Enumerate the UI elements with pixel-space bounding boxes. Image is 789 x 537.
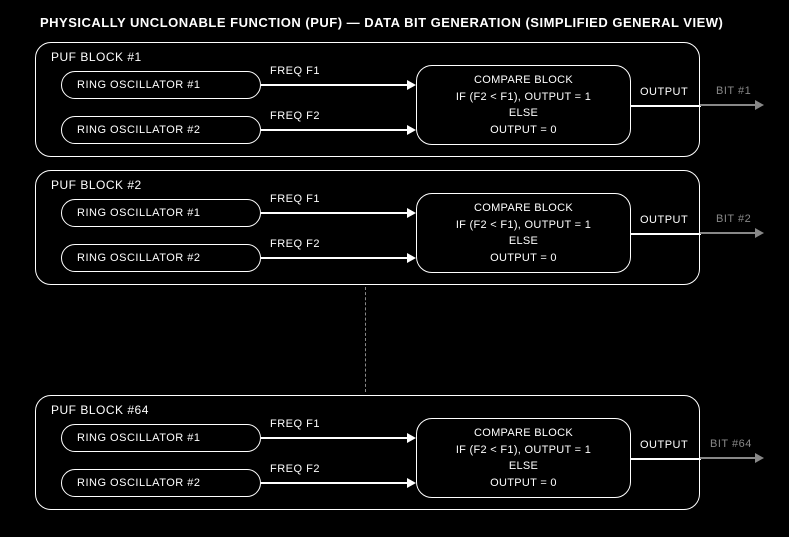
ring-oscillator-2: RING OSCILLATOR #2 bbox=[61, 244, 261, 272]
compare-block: COMPARE BLOCK IF (F2 < F1), OUTPUT = 1 E… bbox=[416, 65, 631, 145]
diagram-title: PHYSICALLY UNCLONABLE FUNCTION (PUF) — D… bbox=[40, 15, 723, 30]
compare-block: COMPARE BLOCK IF (F2 < F1), OUTPUT = 1 E… bbox=[416, 193, 631, 273]
arrow-line bbox=[631, 458, 701, 460]
compare-line-3: ELSE bbox=[509, 105, 538, 122]
puf-block-2: PUF BLOCK #2 RING OSCILLATOR #1 RING OSC… bbox=[35, 170, 700, 285]
compare-line-4: OUTPUT = 0 bbox=[490, 122, 557, 139]
ellipsis-connector bbox=[365, 287, 366, 392]
freq-f1-label: FREQ F1 bbox=[270, 193, 320, 205]
ring-oscillator-1: RING OSCILLATOR #1 bbox=[61, 199, 261, 227]
bit-1-label: BIT #1 bbox=[716, 85, 751, 97]
compare-block: COMPARE BLOCK IF (F2 < F1), OUTPUT = 1 E… bbox=[416, 418, 631, 498]
freq-f2-label: FREQ F2 bbox=[270, 238, 320, 250]
arrow-head-icon bbox=[755, 228, 764, 238]
compare-line-4: OUTPUT = 0 bbox=[490, 250, 557, 267]
compare-line-2: IF (F2 < F1), OUTPUT = 1 bbox=[456, 442, 591, 459]
compare-line-1: COMPARE BLOCK bbox=[474, 425, 573, 442]
puf-block-1: PUF BLOCK #1 RING OSCILLATOR #1 RING OSC… bbox=[35, 42, 700, 157]
puf-block-64-label: PUF BLOCK #64 bbox=[51, 403, 149, 417]
compare-line-3: ELSE bbox=[509, 458, 538, 475]
puf-block-1-label: PUF BLOCK #1 bbox=[51, 50, 142, 64]
compare-line-2: IF (F2 < F1), OUTPUT = 1 bbox=[456, 217, 591, 234]
arrow-head-icon bbox=[755, 453, 764, 463]
arrow-head-icon bbox=[407, 433, 416, 443]
arrow-head-icon bbox=[407, 253, 416, 263]
arrow-head-icon bbox=[407, 125, 416, 135]
compare-line-4: OUTPUT = 0 bbox=[490, 475, 557, 492]
arrow-line bbox=[261, 84, 407, 86]
output-label: OUTPUT bbox=[640, 214, 688, 226]
puf-block-2-label: PUF BLOCK #2 bbox=[51, 178, 142, 192]
bit-arrow-line bbox=[700, 457, 755, 459]
arrow-line bbox=[261, 129, 407, 131]
bit-arrow-line bbox=[700, 104, 755, 106]
ring-oscillator-2: RING OSCILLATOR #2 bbox=[61, 116, 261, 144]
arrow-head-icon bbox=[407, 80, 416, 90]
compare-line-2: IF (F2 < F1), OUTPUT = 1 bbox=[456, 89, 591, 106]
arrow-line bbox=[261, 257, 407, 259]
arrow-head-icon bbox=[755, 100, 764, 110]
freq-f1-label: FREQ F1 bbox=[270, 65, 320, 77]
arrow-line bbox=[261, 437, 407, 439]
freq-f1-label: FREQ F1 bbox=[270, 418, 320, 430]
compare-line-1: COMPARE BLOCK bbox=[474, 72, 573, 89]
arrow-line bbox=[631, 105, 701, 107]
bit-64-label: BIT #64 bbox=[710, 438, 752, 450]
arrow-line bbox=[261, 482, 407, 484]
puf-block-64: PUF BLOCK #64 RING OSCILLATOR #1 RING OS… bbox=[35, 395, 700, 510]
arrow-line bbox=[261, 212, 407, 214]
compare-line-1: COMPARE BLOCK bbox=[474, 200, 573, 217]
freq-f2-label: FREQ F2 bbox=[270, 110, 320, 122]
arrow-line bbox=[631, 233, 701, 235]
arrow-head-icon bbox=[407, 208, 416, 218]
ring-oscillator-1: RING OSCILLATOR #1 bbox=[61, 424, 261, 452]
output-label: OUTPUT bbox=[640, 439, 688, 451]
arrow-head-icon bbox=[407, 478, 416, 488]
compare-line-3: ELSE bbox=[509, 233, 538, 250]
ring-oscillator-2: RING OSCILLATOR #2 bbox=[61, 469, 261, 497]
bit-2-label: BIT #2 bbox=[716, 213, 751, 225]
output-label: OUTPUT bbox=[640, 86, 688, 98]
bit-arrow-line bbox=[700, 232, 755, 234]
freq-f2-label: FREQ F2 bbox=[270, 463, 320, 475]
ring-oscillator-1: RING OSCILLATOR #1 bbox=[61, 71, 261, 99]
